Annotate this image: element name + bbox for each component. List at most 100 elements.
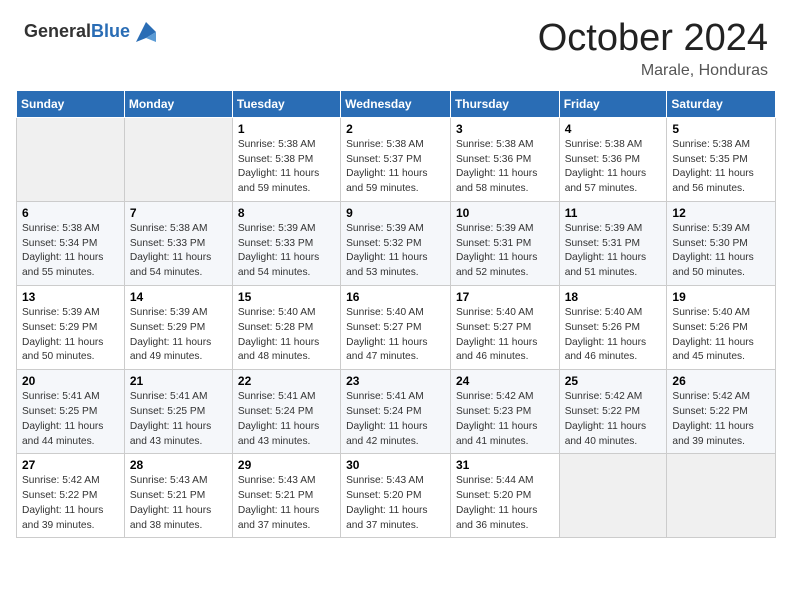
day-info: Sunrise: 5:41 AM Sunset: 5:25 PM Dayligh… — [22, 390, 119, 449]
calendar-cell: 29Sunrise: 5:43 AM Sunset: 5:21 PM Dayli… — [232, 454, 340, 538]
calendar-cell: 12Sunrise: 5:39 AM Sunset: 5:30 PM Dayli… — [667, 201, 776, 285]
calendar-cell: 1 Sunrise: 5:38 AM Sunset: 5:38 PM Daylig… — [232, 117, 340, 201]
day-number: 3 — [456, 122, 554, 136]
day-number: 26 — [672, 374, 770, 388]
calendar-cell: 11 Sunrise: 5:39 AM Sunset: 5:31 PM Dayli… — [559, 201, 667, 285]
calendar-week-5: 27 Sunrise: 5:42 AM Sunset: 5:22 PM Dayli… — [17, 454, 776, 538]
day-info: Sunrise: 5:40 AM Sunset: 5:27 PM Dayligh… — [346, 306, 445, 365]
day-number: 30 — [346, 458, 445, 472]
day-info: Sunrise: 5:38 AM Sunset: 5:38 PM Dayligh… — [238, 138, 335, 197]
day-number: 21 — [130, 374, 227, 388]
calendar-cell: 19 Sunrise: 5:40 AM Sunset: 5:26 PM Dayli… — [667, 286, 776, 370]
day-info: Sunrise: 5:38 AM Sunset: 5:33 PM Dayligh… — [130, 222, 227, 281]
calendar-header-saturday: Saturday — [667, 90, 776, 117]
day-info: Sunrise: 5:38 AM Sunset: 5:37 PM Dayligh… — [346, 138, 445, 197]
day-info: Sunrise: 5:38 AM Sunset: 5:36 PM Dayligh… — [565, 138, 662, 197]
title-block: October 2024 Marale, Honduras — [538, 18, 768, 80]
calendar-cell: 24 Sunrise: 5:42 AM Sunset: 5:23 PM Dayli… — [450, 370, 559, 454]
calendar-cell: 16 Sunrise: 5:40 AM Sunset: 5:27 PM Dayli… — [341, 286, 451, 370]
day-info: Sunrise: 5:43 AM Sunset: 5:21 PM Dayligh… — [130, 474, 227, 533]
calendar-cell: 31 Sunrise: 5:44 AM Sunset: 5:20 PM Dayli… — [450, 454, 559, 538]
calendar-cell: 20 Sunrise: 5:41 AM Sunset: 5:25 PM Dayli… — [17, 370, 125, 454]
calendar-week-3: 13Sunrise: 5:39 AM Sunset: 5:29 PM Dayli… — [17, 286, 776, 370]
day-number: 2 — [346, 122, 445, 136]
day-number: 31 — [456, 458, 554, 472]
day-number: 19 — [672, 290, 770, 304]
location-title: Marale, Honduras — [538, 62, 768, 80]
calendar-cell: 23 Sunrise: 5:41 AM Sunset: 5:24 PM Dayli… — [341, 370, 451, 454]
day-info: Sunrise: 5:42 AM Sunset: 5:22 PM Dayligh… — [22, 474, 119, 533]
day-number: 7 — [130, 206, 227, 220]
day-number: 24 — [456, 374, 554, 388]
day-number: 25 — [565, 374, 662, 388]
day-info: Sunrise: 5:39 AM Sunset: 5:29 PM Dayligh… — [22, 306, 119, 365]
calendar-week-4: 20 Sunrise: 5:41 AM Sunset: 5:25 PM Dayli… — [17, 370, 776, 454]
day-info: Sunrise: 5:42 AM Sunset: 5:23 PM Dayligh… — [456, 390, 554, 449]
calendar-header-sunday: Sunday — [17, 90, 125, 117]
calendar-cell: 21Sunrise: 5:41 AM Sunset: 5:25 PM Dayli… — [124, 370, 232, 454]
day-info: Sunrise: 5:39 AM Sunset: 5:31 PM Dayligh… — [456, 222, 554, 281]
day-info: Sunrise: 5:44 AM Sunset: 5:20 PM Dayligh… — [456, 474, 554, 533]
calendar-cell: 5 Sunrise: 5:38 AM Sunset: 5:35 PM Daylig… — [667, 117, 776, 201]
day-number: 28 — [130, 458, 227, 472]
day-number: 14 — [130, 290, 227, 304]
day-info: Sunrise: 5:40 AM Sunset: 5:27 PM Dayligh… — [456, 306, 554, 365]
day-info: Sunrise: 5:39 AM Sunset: 5:29 PM Dayligh… — [130, 306, 227, 365]
day-number: 16 — [346, 290, 445, 304]
calendar-cell: 8 Sunrise: 5:39 AM Sunset: 5:33 PM Daylig… — [232, 201, 340, 285]
day-info: Sunrise: 5:40 AM Sunset: 5:26 PM Dayligh… — [672, 306, 770, 365]
day-number: 27 — [22, 458, 119, 472]
calendar-cell: 3Sunrise: 5:38 AM Sunset: 5:36 PM Daylig… — [450, 117, 559, 201]
day-info: Sunrise: 5:41 AM Sunset: 5:24 PM Dayligh… — [238, 390, 335, 449]
calendar-week-1: 1 Sunrise: 5:38 AM Sunset: 5:38 PM Daylig… — [17, 117, 776, 201]
calendar-cell: 13Sunrise: 5:39 AM Sunset: 5:29 PM Dayli… — [17, 286, 125, 370]
day-info: Sunrise: 5:40 AM Sunset: 5:28 PM Dayligh… — [238, 306, 335, 365]
day-info: Sunrise: 5:39 AM Sunset: 5:31 PM Dayligh… — [565, 222, 662, 281]
day-number: 8 — [238, 206, 335, 220]
calendar-cell — [667, 454, 776, 538]
day-number: 23 — [346, 374, 445, 388]
day-number: 9 — [346, 206, 445, 220]
day-number: 17 — [456, 290, 554, 304]
calendar-cell: 27 Sunrise: 5:42 AM Sunset: 5:22 PM Dayli… — [17, 454, 125, 538]
calendar-cell: 6Sunrise: 5:38 AM Sunset: 5:34 PM Daylig… — [17, 201, 125, 285]
calendar-cell: 25 Sunrise: 5:42 AM Sunset: 5:22 PM Dayli… — [559, 370, 667, 454]
month-title: October 2024 — [538, 18, 768, 60]
day-info: Sunrise: 5:39 AM Sunset: 5:33 PM Dayligh… — [238, 222, 335, 281]
day-number: 20 — [22, 374, 119, 388]
calendar-cell — [124, 117, 232, 201]
calendar-cell: 14 Sunrise: 5:39 AM Sunset: 5:29 PM Dayli… — [124, 286, 232, 370]
day-number: 11 — [565, 206, 662, 220]
calendar-cell: 10Sunrise: 5:39 AM Sunset: 5:31 PM Dayli… — [450, 201, 559, 285]
calendar-header-wednesday: Wednesday — [341, 90, 451, 117]
calendar-week-2: 6Sunrise: 5:38 AM Sunset: 5:34 PM Daylig… — [17, 201, 776, 285]
calendar-header-tuesday: Tuesday — [232, 90, 340, 117]
day-info: Sunrise: 5:40 AM Sunset: 5:26 PM Dayligh… — [565, 306, 662, 365]
calendar-header-row: SundayMondayTuesdayWednesdayThursdayFrid… — [17, 90, 776, 117]
calendar-cell: 18Sunrise: 5:40 AM Sunset: 5:26 PM Dayli… — [559, 286, 667, 370]
day-info: Sunrise: 5:42 AM Sunset: 5:22 PM Dayligh… — [672, 390, 770, 449]
calendar-cell: 15 Sunrise: 5:40 AM Sunset: 5:28 PM Dayli… — [232, 286, 340, 370]
day-info: Sunrise: 5:43 AM Sunset: 5:21 PM Dayligh… — [238, 474, 335, 533]
calendar-cell: 7 Sunrise: 5:38 AM Sunset: 5:33 PM Daylig… — [124, 201, 232, 285]
day-info: Sunrise: 5:41 AM Sunset: 5:24 PM Dayligh… — [346, 390, 445, 449]
logo: GeneralBlue — [24, 18, 160, 46]
day-info: Sunrise: 5:39 AM Sunset: 5:30 PM Dayligh… — [672, 222, 770, 281]
day-info: Sunrise: 5:43 AM Sunset: 5:20 PM Dayligh… — [346, 474, 445, 533]
day-number: 1 — [238, 122, 335, 136]
calendar-cell: 30 Sunrise: 5:43 AM Sunset: 5:20 PM Dayli… — [341, 454, 451, 538]
header: GeneralBlue October 2024 Marale, Hondura… — [0, 0, 792, 90]
day-info: Sunrise: 5:38 AM Sunset: 5:35 PM Dayligh… — [672, 138, 770, 197]
calendar-header-monday: Monday — [124, 90, 232, 117]
day-number: 15 — [238, 290, 335, 304]
calendar-table: SundayMondayTuesdayWednesdayThursdayFrid… — [16, 90, 776, 539]
logo-blue-text: Blue — [91, 21, 130, 41]
calendar-cell: 9Sunrise: 5:39 AM Sunset: 5:32 PM Daylig… — [341, 201, 451, 285]
page: GeneralBlue October 2024 Marale, Hondura… — [0, 0, 792, 612]
calendar-cell — [559, 454, 667, 538]
day-info: Sunrise: 5:42 AM Sunset: 5:22 PM Dayligh… — [565, 390, 662, 449]
calendar-cell: 28 Sunrise: 5:43 AM Sunset: 5:21 PM Dayli… — [124, 454, 232, 538]
calendar-cell: 22Sunrise: 5:41 AM Sunset: 5:24 PM Dayli… — [232, 370, 340, 454]
calendar-cell — [17, 117, 125, 201]
day-number: 5 — [672, 122, 770, 136]
